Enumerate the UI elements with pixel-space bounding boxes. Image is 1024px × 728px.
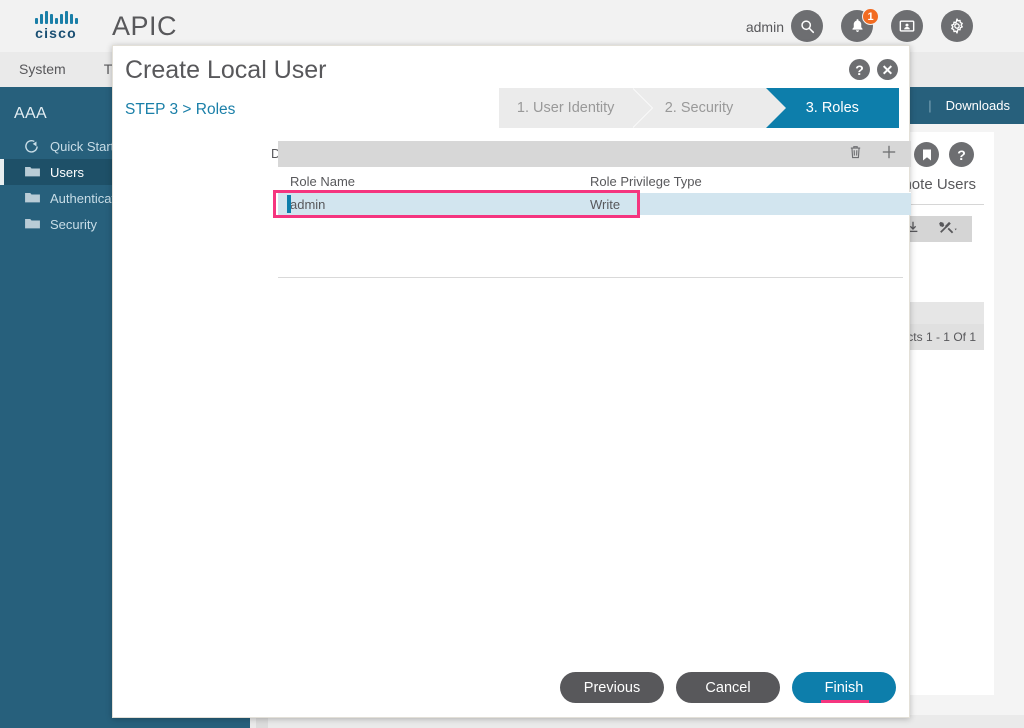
subnav-item-downloads[interactable]: Downloads [932, 87, 1024, 124]
step-arrow [765, 88, 786, 128]
cisco-logo[interactable]: cisco [22, 10, 90, 44]
cell-role-name[interactable]: admin [278, 197, 590, 212]
notification-badge: 1 [862, 8, 879, 25]
table-row[interactable]: admin Write [278, 193, 911, 215]
step-breadcrumb: STEP 3 > Roles [125, 101, 236, 118]
table-empty-space [278, 215, 911, 277]
help-icon[interactable]: ? [849, 59, 870, 80]
plus-icon[interactable] [881, 144, 897, 165]
domain-toolbar [278, 141, 911, 167]
wizard-stepper: 1. User Identity 2. Security 3. Roles [499, 88, 899, 128]
gear-icon[interactable] [941, 10, 973, 42]
table-footer-divider [278, 277, 903, 278]
bookmark-icon[interactable] [914, 142, 939, 167]
close-icon[interactable]: ✕ [877, 59, 898, 80]
subnav-right-group: | Downloads [928, 87, 1024, 124]
remote-screen-icon[interactable] [891, 10, 923, 42]
column-header-role-name[interactable]: Role Name [278, 174, 590, 189]
search-icon[interactable] [791, 10, 823, 42]
column-header-role-privilege-type[interactable]: Role Privilege Type [590, 174, 770, 189]
highlight-annotation-finish [821, 700, 869, 703]
step-user-identity[interactable]: 1. User Identity [499, 88, 654, 128]
help-icon[interactable]: ? [949, 142, 974, 167]
sidebar-item-label: Users [50, 164, 84, 180]
folder-icon [24, 165, 42, 179]
quick-start-icon [24, 139, 42, 153]
dialog-footer-buttons: Previous Cancel Finish [560, 672, 896, 703]
domain-row: Domain all: [113, 141, 911, 167]
finish-button[interactable]: Finish [792, 672, 896, 703]
tools-icon[interactable] [938, 220, 958, 239]
folder-icon [24, 217, 42, 231]
folder-icon [24, 191, 42, 205]
cisco-logo-wordmark: cisco [35, 25, 77, 41]
page-title: APIC [112, 11, 178, 41]
dialog-title-buttons: ? ✕ [849, 59, 898, 80]
cancel-button[interactable]: Cancel [676, 672, 780, 703]
step-arrow [632, 88, 653, 128]
step-label: 3. Roles [805, 100, 859, 116]
apic-app-window: cisco APIC admin 1 System T | Downloads … [0, 0, 1024, 728]
cell-role-privilege-type[interactable]: Write [590, 197, 770, 212]
trash-icon[interactable] [848, 144, 863, 165]
sidebar-item-label: Security [50, 216, 97, 232]
step-label: 2. Security [664, 100, 734, 116]
cisco-logo-bars [22, 10, 90, 24]
table-header-row: Role Name Role Privilege Type [278, 171, 911, 193]
nav-tab-system[interactable]: System [0, 52, 85, 87]
row-selection-bar [287, 195, 291, 213]
step-label: 1. User Identity [516, 100, 615, 116]
logged-in-user-label: admin [745, 19, 784, 35]
previous-button[interactable]: Previous [560, 672, 664, 703]
sidebar-item-label: Authenticat [50, 190, 116, 206]
sidebar-item-label: Quick Start [50, 138, 115, 154]
panel-icon-group: ? [914, 142, 974, 167]
dialog-title: Create Local User [125, 56, 327, 84]
create-local-user-dialog: Create Local User ? ✕ 1. User Identity 2… [112, 45, 911, 718]
roles-table: Role Name Role Privilege Type admin Writ… [278, 171, 911, 278]
